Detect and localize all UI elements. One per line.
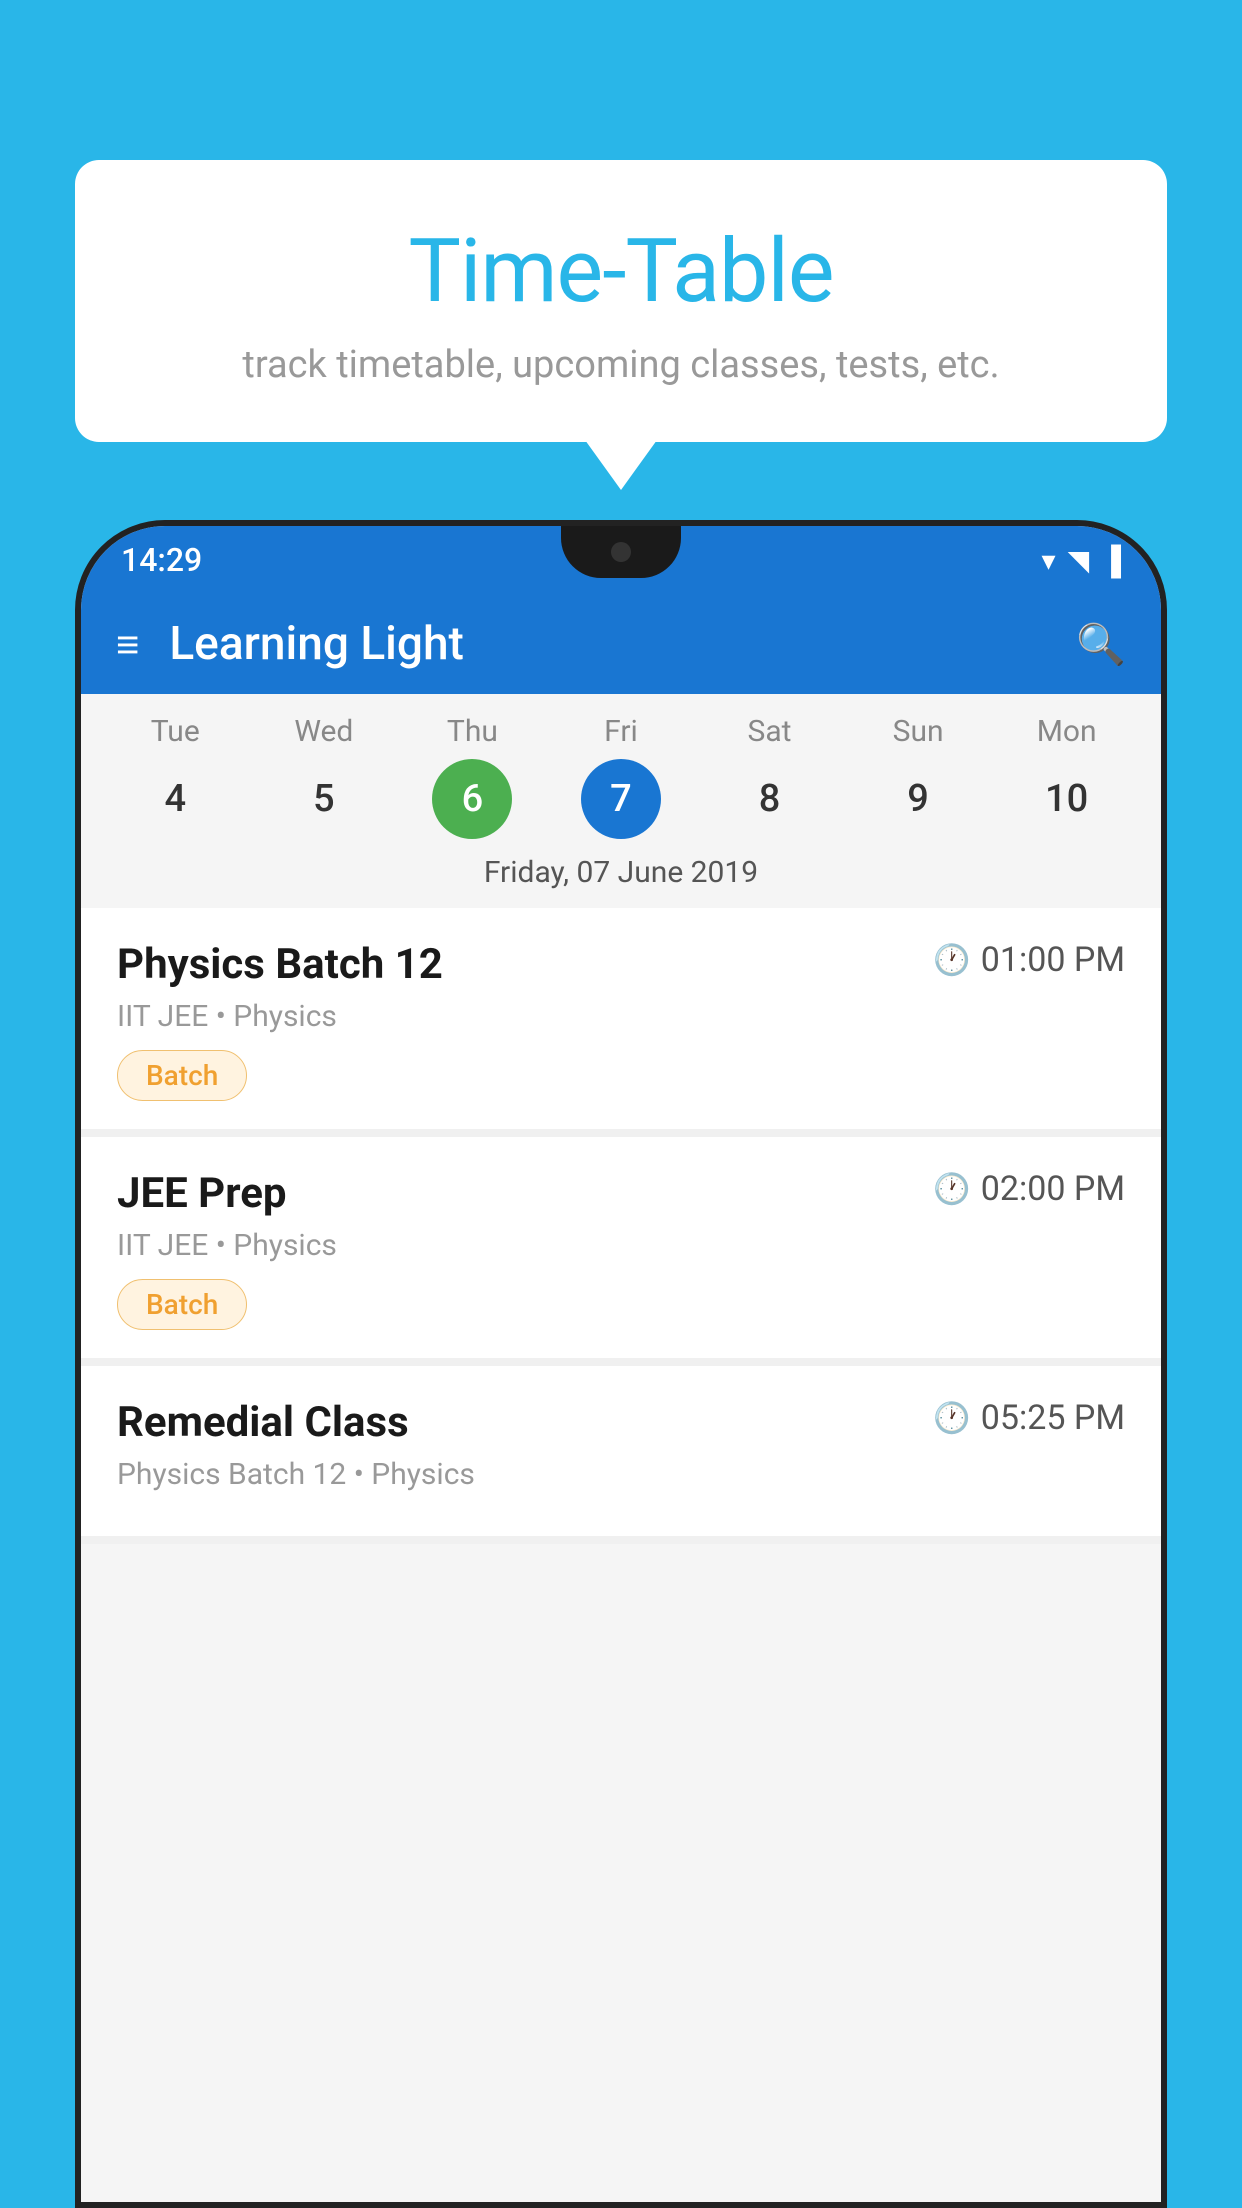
day-col-wed[interactable]: Wed 5	[259, 714, 389, 839]
day-label-fri: Fri	[604, 714, 638, 749]
day-number-9: 9	[878, 759, 958, 839]
schedule-item-3-subtitle: Physics Batch 12 • Physics	[117, 1457, 1125, 1492]
camera-dot	[611, 542, 631, 562]
day-col-fri[interactable]: Fri 7	[556, 714, 686, 839]
bubble-title: Time-Table	[125, 220, 1117, 323]
signal-icon: ◥	[1068, 544, 1090, 577]
schedule-item-remedial-class[interactable]: Remedial Class 🕐 05:25 PM Physics Batch …	[81, 1366, 1161, 1536]
schedule-list: Physics Batch 12 🕐 01:00 PM IIT JEE • Ph…	[81, 908, 1161, 1544]
day-label-tue: Tue	[151, 714, 200, 749]
days-row: Tue 4 Wed 5 Thu 6 Fri 7 Sat 8	[81, 714, 1161, 839]
day-number-5: 5	[284, 759, 364, 839]
bubble-subtitle: track timetable, upcoming classes, tests…	[125, 343, 1117, 387]
hamburger-icon[interactable]: ≡	[116, 621, 139, 668]
clock-icon-2: 🕐	[933, 1172, 970, 1207]
status-time: 14:29	[121, 541, 202, 579]
status-icons: ▾ ◥ ▐	[1042, 544, 1121, 577]
phone-screen: 14:29 ▾ ◥ ▐ ≡ Learning Light 🔍 Tue 4	[81, 526, 1161, 2202]
schedule-item-3-time: 05:25 PM	[981, 1398, 1125, 1438]
day-col-thu[interactable]: Thu 6	[407, 714, 537, 839]
search-icon[interactable]: 🔍	[1076, 621, 1126, 668]
schedule-item-1-header: Physics Batch 12 🕐 01:00 PM	[117, 940, 1125, 989]
day-label-wed: Wed	[294, 714, 353, 749]
schedule-item-3-title: Remedial Class	[117, 1398, 409, 1447]
day-col-tue[interactable]: Tue 4	[110, 714, 240, 839]
clock-icon-1: 🕐	[933, 943, 970, 978]
schedule-item-2-title: JEE Prep	[117, 1169, 287, 1218]
day-number-7: 7	[581, 759, 661, 839]
day-label-thu: Thu	[447, 714, 498, 749]
day-col-sat[interactable]: Sat 8	[705, 714, 835, 839]
day-number-4: 4	[135, 759, 215, 839]
day-number-6: 6	[432, 759, 512, 839]
app-header: ≡ Learning Light 🔍	[81, 594, 1161, 694]
wifi-icon: ▾	[1042, 544, 1056, 577]
phone-frame: 14:29 ▾ ◥ ▐ ≡ Learning Light 🔍 Tue 4	[75, 520, 1167, 2208]
schedule-item-2-time: 02:00 PM	[981, 1169, 1125, 1209]
schedule-item-2-time-container: 🕐 02:00 PM	[933, 1169, 1125, 1209]
status-bar: 14:29 ▾ ◥ ▐	[81, 526, 1161, 594]
speech-bubble-container: Time-Table track timetable, upcoming cla…	[75, 160, 1167, 442]
calendar-strip: Tue 4 Wed 5 Thu 6 Fri 7 Sat 8	[81, 694, 1161, 908]
day-col-mon[interactable]: Mon 10	[1002, 714, 1132, 839]
day-col-sun[interactable]: Sun 9	[853, 714, 983, 839]
speech-bubble: Time-Table track timetable, upcoming cla…	[75, 160, 1167, 442]
batch-badge-1: Batch	[117, 1050, 247, 1101]
schedule-item-3-header: Remedial Class 🕐 05:25 PM	[117, 1398, 1125, 1447]
schedule-item-1-subtitle: IIT JEE • Physics	[117, 999, 1125, 1034]
schedule-item-3-time-container: 🕐 05:25 PM	[933, 1398, 1125, 1438]
schedule-item-2-header: JEE Prep 🕐 02:00 PM	[117, 1169, 1125, 1218]
day-label-mon: Mon	[1037, 714, 1097, 749]
selected-date-label: Friday, 07 June 2019	[81, 839, 1161, 908]
app-title: Learning Light	[169, 617, 1076, 671]
schedule-item-2-subtitle: IIT JEE • Physics	[117, 1228, 1125, 1263]
batch-badge-2: Batch	[117, 1279, 247, 1330]
schedule-item-1-title: Physics Batch 12	[117, 940, 443, 989]
battery-icon: ▐	[1101, 544, 1121, 577]
clock-icon-3: 🕐	[933, 1401, 970, 1436]
schedule-item-physics-batch-12[interactable]: Physics Batch 12 🕐 01:00 PM IIT JEE • Ph…	[81, 908, 1161, 1129]
schedule-item-1-time: 01:00 PM	[981, 940, 1125, 980]
day-number-10: 10	[1027, 759, 1107, 839]
schedule-item-1-time-container: 🕐 01:00 PM	[933, 940, 1125, 980]
notch	[561, 526, 681, 578]
day-number-8: 8	[730, 759, 810, 839]
day-label-sat: Sat	[748, 714, 792, 749]
schedule-item-jee-prep[interactable]: JEE Prep 🕐 02:00 PM IIT JEE • Physics Ba…	[81, 1137, 1161, 1358]
day-label-sun: Sun	[893, 714, 944, 749]
